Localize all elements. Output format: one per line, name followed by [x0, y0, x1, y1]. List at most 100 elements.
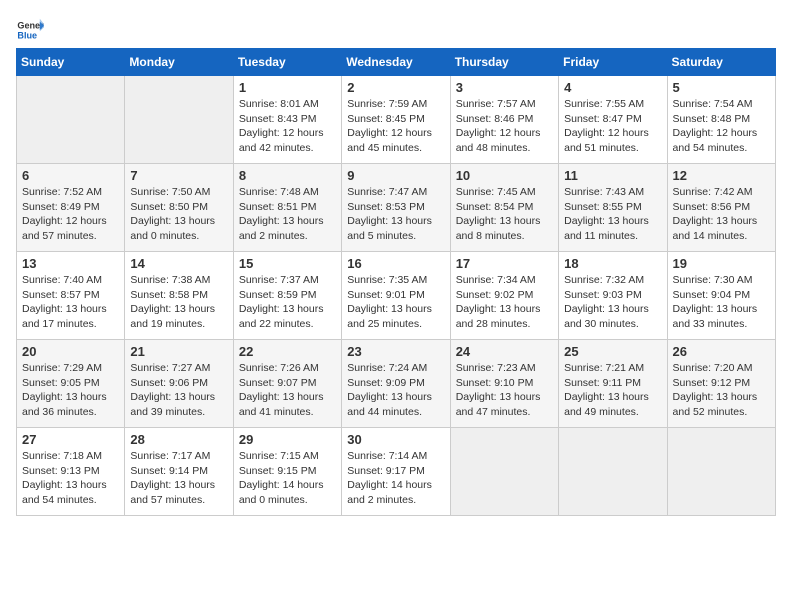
- day-info: Sunrise: 7:21 AM Sunset: 9:11 PM Dayligh…: [564, 361, 661, 420]
- weekday-tuesday: Tuesday: [233, 49, 341, 76]
- day-number: 15: [239, 256, 336, 271]
- day-info: Sunrise: 7:42 AM Sunset: 8:56 PM Dayligh…: [673, 185, 770, 244]
- day-cell: 2 Sunrise: 7:59 AM Sunset: 8:45 PM Daylig…: [342, 76, 450, 164]
- day-cell: 15 Sunrise: 7:37 AM Sunset: 8:59 PM Dayli…: [233, 252, 341, 340]
- day-number: 21: [130, 344, 227, 359]
- day-info: Sunrise: 7:29 AM Sunset: 9:05 PM Dayligh…: [22, 361, 119, 420]
- day-cell: 18Sunrise: 7:32 AM Sunset: 9:03 PM Dayli…: [559, 252, 667, 340]
- day-cell: 17 Sunrise: 7:34 AM Sunset: 9:02 PM Dayli…: [450, 252, 558, 340]
- day-cell: 9 Sunrise: 7:47 AM Sunset: 8:53 PM Daylig…: [342, 164, 450, 252]
- day-cell: 19Sunrise: 7:30 AM Sunset: 9:04 PM Dayli…: [667, 252, 775, 340]
- day-number: 28: [130, 432, 227, 447]
- day-info: Sunrise: 7:54 AM Sunset: 8:48 PM Dayligh…: [673, 97, 770, 156]
- day-number: 25: [564, 344, 661, 359]
- day-cell: 23 Sunrise: 7:24 AM Sunset: 9:09 PM Dayli…: [342, 340, 450, 428]
- day-cell: 20 Sunrise: 7:29 AM Sunset: 9:05 PM Dayli…: [17, 340, 125, 428]
- day-number: 11: [564, 168, 661, 183]
- day-info: Sunrise: 7:55 AM Sunset: 8:47 PM Dayligh…: [564, 97, 661, 156]
- day-info: Sunrise: 7:38 AM Sunset: 8:58 PM Dayligh…: [130, 273, 227, 332]
- day-number: 26: [673, 344, 770, 359]
- day-number: 19: [673, 256, 770, 271]
- day-cell: 24 Sunrise: 7:23 AM Sunset: 9:10 PM Dayli…: [450, 340, 558, 428]
- day-cell: 12 Sunrise: 7:42 AM Sunset: 8:56 PM Dayli…: [667, 164, 775, 252]
- day-info: Sunrise: 7:18 AM Sunset: 9:13 PM Dayligh…: [22, 449, 119, 508]
- logo: General Blue: [16, 16, 46, 44]
- day-number: 29: [239, 432, 336, 447]
- header: General Blue: [16, 16, 776, 44]
- day-number: 1: [239, 80, 336, 95]
- day-cell: 7Sunrise: 7:50 AM Sunset: 8:50 PM Daylig…: [125, 164, 233, 252]
- day-cell: [450, 428, 558, 516]
- svg-text:Blue: Blue: [17, 30, 37, 40]
- day-info: Sunrise: 8:01 AM Sunset: 8:43 PM Dayligh…: [239, 97, 336, 156]
- day-cell: 30Sunrise: 7:14 AM Sunset: 9:17 PM Dayli…: [342, 428, 450, 516]
- day-number: 9: [347, 168, 444, 183]
- weekday-thursday: Thursday: [450, 49, 558, 76]
- day-number: 5: [673, 80, 770, 95]
- day-info: Sunrise: 7:24 AM Sunset: 9:09 PM Dayligh…: [347, 361, 444, 420]
- day-info: Sunrise: 7:48 AM Sunset: 8:51 PM Dayligh…: [239, 185, 336, 244]
- day-cell: 29 Sunrise: 7:15 AM Sunset: 9:15 PM Dayli…: [233, 428, 341, 516]
- day-number: 24: [456, 344, 553, 359]
- day-info: Sunrise: 7:57 AM Sunset: 8:46 PM Dayligh…: [456, 97, 553, 156]
- day-number: 17: [456, 256, 553, 271]
- day-info: Sunrise: 7:47 AM Sunset: 8:53 PM Dayligh…: [347, 185, 444, 244]
- weekday-friday: Friday: [559, 49, 667, 76]
- day-cell: 5 Sunrise: 7:54 AM Sunset: 8:48 PM Daylig…: [667, 76, 775, 164]
- week-row-3: 13Sunrise: 7:40 AM Sunset: 8:57 PM Dayli…: [17, 252, 776, 340]
- week-row-2: 6Sunrise: 7:52 AM Sunset: 8:49 PM Daylig…: [17, 164, 776, 252]
- day-number: 30: [347, 432, 444, 447]
- week-row-1: 1 Sunrise: 8:01 AM Sunset: 8:43 PM Daylig…: [17, 76, 776, 164]
- day-info: Sunrise: 7:35 AM Sunset: 9:01 PM Dayligh…: [347, 273, 444, 332]
- day-cell: 14 Sunrise: 7:38 AM Sunset: 8:58 PM Dayli…: [125, 252, 233, 340]
- day-number: 14: [130, 256, 227, 271]
- day-cell: 16Sunrise: 7:35 AM Sunset: 9:01 PM Dayli…: [342, 252, 450, 340]
- day-cell: 3 Sunrise: 7:57 AM Sunset: 8:46 PM Daylig…: [450, 76, 558, 164]
- day-number: 13: [22, 256, 119, 271]
- day-cell: 21 Sunrise: 7:27 AM Sunset: 9:06 PM Dayli…: [125, 340, 233, 428]
- day-info: Sunrise: 7:32 AM Sunset: 9:03 PM Dayligh…: [564, 273, 661, 332]
- day-info: Sunrise: 7:43 AM Sunset: 8:55 PM Dayligh…: [564, 185, 661, 244]
- day-cell: 25 Sunrise: 7:21 AM Sunset: 9:11 PM Dayli…: [559, 340, 667, 428]
- day-cell: 28 Sunrise: 7:17 AM Sunset: 9:14 PM Dayli…: [125, 428, 233, 516]
- day-cell: [559, 428, 667, 516]
- week-row-5: 27Sunrise: 7:18 AM Sunset: 9:13 PM Dayli…: [17, 428, 776, 516]
- calendar-body: 1 Sunrise: 8:01 AM Sunset: 8:43 PM Daylig…: [17, 76, 776, 516]
- day-number: 2: [347, 80, 444, 95]
- weekday-monday: Monday: [125, 49, 233, 76]
- calendar: SundayMondayTuesdayWednesdayThursdayFrid…: [16, 48, 776, 516]
- day-cell: 10 Sunrise: 7:45 AM Sunset: 8:54 PM Dayli…: [450, 164, 558, 252]
- weekday-sunday: Sunday: [17, 49, 125, 76]
- day-number: 4: [564, 80, 661, 95]
- day-number: 23: [347, 344, 444, 359]
- day-number: 8: [239, 168, 336, 183]
- day-number: 10: [456, 168, 553, 183]
- day-cell: 11 Sunrise: 7:43 AM Sunset: 8:55 PM Dayli…: [559, 164, 667, 252]
- day-number: 3: [456, 80, 553, 95]
- day-info: Sunrise: 7:23 AM Sunset: 9:10 PM Dayligh…: [456, 361, 553, 420]
- day-cell: 22 Sunrise: 7:26 AM Sunset: 9:07 PM Dayli…: [233, 340, 341, 428]
- day-number: 6: [22, 168, 119, 183]
- day-info: Sunrise: 7:15 AM Sunset: 9:15 PM Dayligh…: [239, 449, 336, 508]
- day-cell: 26 Sunrise: 7:20 AM Sunset: 9:12 PM Dayli…: [667, 340, 775, 428]
- day-number: 20: [22, 344, 119, 359]
- day-cell: [667, 428, 775, 516]
- day-info: Sunrise: 7:34 AM Sunset: 9:02 PM Dayligh…: [456, 273, 553, 332]
- day-cell: [17, 76, 125, 164]
- day-info: Sunrise: 7:27 AM Sunset: 9:06 PM Dayligh…: [130, 361, 227, 420]
- weekday-wednesday: Wednesday: [342, 49, 450, 76]
- day-info: Sunrise: 7:17 AM Sunset: 9:14 PM Dayligh…: [130, 449, 227, 508]
- day-cell: 1 Sunrise: 8:01 AM Sunset: 8:43 PM Daylig…: [233, 76, 341, 164]
- day-number: 22: [239, 344, 336, 359]
- day-info: Sunrise: 7:26 AM Sunset: 9:07 PM Dayligh…: [239, 361, 336, 420]
- day-info: Sunrise: 7:20 AM Sunset: 9:12 PM Dayligh…: [673, 361, 770, 420]
- week-row-4: 20 Sunrise: 7:29 AM Sunset: 9:05 PM Dayli…: [17, 340, 776, 428]
- day-cell: 27Sunrise: 7:18 AM Sunset: 9:13 PM Dayli…: [17, 428, 125, 516]
- day-info: Sunrise: 7:45 AM Sunset: 8:54 PM Dayligh…: [456, 185, 553, 244]
- day-info: Sunrise: 7:37 AM Sunset: 8:59 PM Dayligh…: [239, 273, 336, 332]
- day-cell: 8 Sunrise: 7:48 AM Sunset: 8:51 PM Daylig…: [233, 164, 341, 252]
- day-cell: [125, 76, 233, 164]
- day-number: 12: [673, 168, 770, 183]
- day-info: Sunrise: 7:59 AM Sunset: 8:45 PM Dayligh…: [347, 97, 444, 156]
- day-cell: 13Sunrise: 7:40 AM Sunset: 8:57 PM Dayli…: [17, 252, 125, 340]
